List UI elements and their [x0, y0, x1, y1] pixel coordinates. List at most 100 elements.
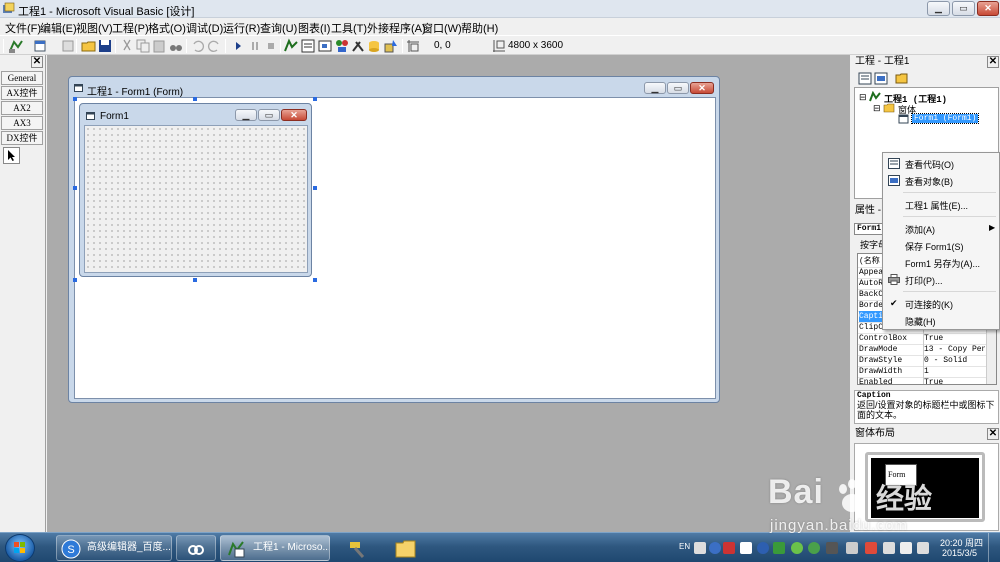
tree-collapse-icon[interactable]: ⊟ [873, 103, 881, 114]
tray-volume-icon[interactable] [917, 542, 929, 554]
tray-network-icon[interactable] [900, 542, 912, 554]
add-form-icon[interactable] [33, 38, 49, 54]
resize-handle-sw[interactable] [73, 278, 77, 282]
menu-debug[interactable]: 调试(D) [186, 20, 223, 36]
property-name[interactable]: DrawStyle [859, 355, 921, 366]
menu-tools[interactable]: 工具(T) [331, 20, 367, 36]
ctx-view-code[interactable]: 查看代码(O) [905, 158, 954, 171]
project-explorer-icon[interactable] [283, 38, 299, 54]
menu-editor-icon[interactable] [60, 38, 76, 54]
toolbox-tab-ax[interactable]: AX控件 [1, 86, 43, 100]
close-button[interactable]: ✕ [977, 1, 999, 16]
stop-icon[interactable] [263, 38, 279, 54]
ctx-view-object[interactable]: 查看对象(B) [905, 175, 953, 188]
properties-window-icon[interactable] [300, 38, 316, 54]
tray-misc-icon[interactable] [826, 542, 838, 554]
resize-handle-ne[interactable] [313, 97, 317, 101]
cut-icon[interactable] [119, 38, 135, 54]
resize-handle-n[interactable] [193, 97, 197, 101]
ctx-hide[interactable]: 隐藏(H) [905, 315, 936, 328]
tree-collapse-icon[interactable]: ⊟ [859, 92, 867, 103]
object-browser-icon[interactable] [334, 38, 350, 54]
form1-designer[interactable]: Form1 ▁ ▭ ✕ [79, 103, 312, 277]
resize-handle-se[interactable] [313, 278, 317, 282]
property-value[interactable]: 1 [923, 366, 985, 377]
ctx-project-properties[interactable]: 工程1 属性(E)... [905, 199, 968, 212]
clock-date[interactable]: 2015/3/5 [942, 548, 977, 558]
property-value[interactable]: 13 - Copy Pen [923, 344, 985, 355]
toolbox-tab-dx[interactable]: DX控件 [1, 131, 43, 145]
toggle-folders-icon[interactable] [895, 72, 909, 85]
resize-handle-s[interactable] [193, 278, 197, 282]
view-code-icon[interactable] [858, 72, 872, 85]
start-icon[interactable] [230, 38, 246, 54]
tray-360-icon[interactable] [791, 542, 803, 554]
ctx-dockable[interactable]: 可连接的(K) [905, 298, 953, 311]
property-name[interactable]: Enabled [859, 377, 921, 384]
menu-edit[interactable]: 编辑(E) [40, 20, 77, 36]
property-value[interactable]: True [923, 333, 985, 344]
resize-handle-nw[interactable] [73, 97, 77, 101]
menu-window[interactable]: 窗口(W) [422, 20, 462, 36]
open-folder-icon[interactable] [81, 38, 97, 54]
property-name[interactable]: DrawMode [859, 344, 921, 355]
ctx-save-form1[interactable]: 保存 Form1(S) [905, 240, 964, 253]
menu-view[interactable]: 视图(V) [76, 20, 113, 36]
form1-minimize-button[interactable]: ▁ [235, 109, 257, 121]
ctx-print[interactable]: 打印(P)... [905, 274, 943, 287]
toolbox-close-icon[interactable]: ✕ [31, 56, 43, 68]
tray-ime-icon[interactable] [694, 542, 706, 554]
taskbar-item-tools[interactable] [334, 535, 380, 561]
resize-handle-e[interactable] [313, 186, 317, 190]
form-window-maximize-button[interactable]: ▭ [667, 82, 689, 94]
property-name[interactable]: DrawWidth [859, 366, 921, 377]
tray-device-icon[interactable] [740, 542, 752, 554]
menu-addins[interactable]: 外接程序(A) [367, 20, 426, 36]
form-layout-icon[interactable] [317, 38, 333, 54]
tray-security-icon[interactable] [773, 542, 785, 554]
tray-bluetooth-icon[interactable] [757, 542, 769, 554]
menu-file[interactable]: 文件(F) [5, 20, 41, 36]
ctx-add[interactable]: 添加(A) [905, 223, 935, 236]
form-window-minimize-button[interactable]: ▁ [644, 82, 666, 94]
view-object-icon[interactable] [874, 72, 888, 85]
pointer-tool[interactable] [3, 147, 20, 164]
maximize-button[interactable]: ▭ [952, 1, 975, 16]
tray-power-icon[interactable] [883, 542, 895, 554]
copy-icon[interactable] [135, 38, 151, 54]
toolbox-icon[interactable] [350, 38, 366, 54]
form-layout-close-icon[interactable]: ✕ [987, 428, 999, 440]
save-icon[interactable] [97, 38, 113, 54]
menu-format[interactable]: 格式(O) [148, 20, 186, 36]
property-name[interactable]: ControlBox [859, 333, 921, 344]
taskbar-item-editor[interactable]: S 高级编辑器_百度... [56, 535, 172, 561]
menu-diagram[interactable]: 图表(I) [298, 20, 330, 36]
tray-help-icon[interactable] [709, 542, 721, 554]
tray-app-icon[interactable] [808, 542, 820, 554]
start-button[interactable] [5, 534, 35, 562]
menu-help[interactable]: 帮助(H) [461, 20, 498, 36]
property-value[interactable]: True [923, 377, 985, 384]
pause-icon[interactable] [247, 38, 263, 54]
paste-icon[interactable] [151, 38, 167, 54]
property-value[interactable]: 0 - Solid [923, 355, 985, 366]
find-icon[interactable] [168, 38, 184, 54]
menu-query[interactable]: 查询(U) [260, 20, 297, 36]
undo-icon[interactable] [190, 38, 206, 54]
minimize-button[interactable]: ▁ [927, 1, 950, 16]
form1-grid[interactable] [84, 125, 308, 273]
tree-form1-item[interactable]: Form1 (Form1) [910, 113, 980, 124]
toolbox-tab-ax3[interactable]: AX3 [1, 116, 43, 130]
menu-run[interactable]: 运行(R) [223, 20, 260, 36]
toolbox-tab-ax2[interactable]: AX2 [1, 101, 43, 115]
form-window-close-button[interactable]: ✕ [690, 82, 714, 94]
tray-display-icon[interactable] [846, 542, 858, 554]
menu-project[interactable]: 工程(P) [112, 20, 149, 36]
form1-maximize-button[interactable]: ▭ [258, 109, 280, 121]
data-view-icon[interactable] [366, 38, 382, 54]
taskbar-item-explorer[interactable] [382, 535, 428, 561]
toolbox-tab-general[interactable]: General [1, 71, 43, 85]
tray-language[interactable]: EN [679, 542, 690, 551]
ctx-save-form1-as[interactable]: Form1 另存为(A)... [905, 257, 980, 270]
tray-flag-icon[interactable] [865, 542, 877, 554]
